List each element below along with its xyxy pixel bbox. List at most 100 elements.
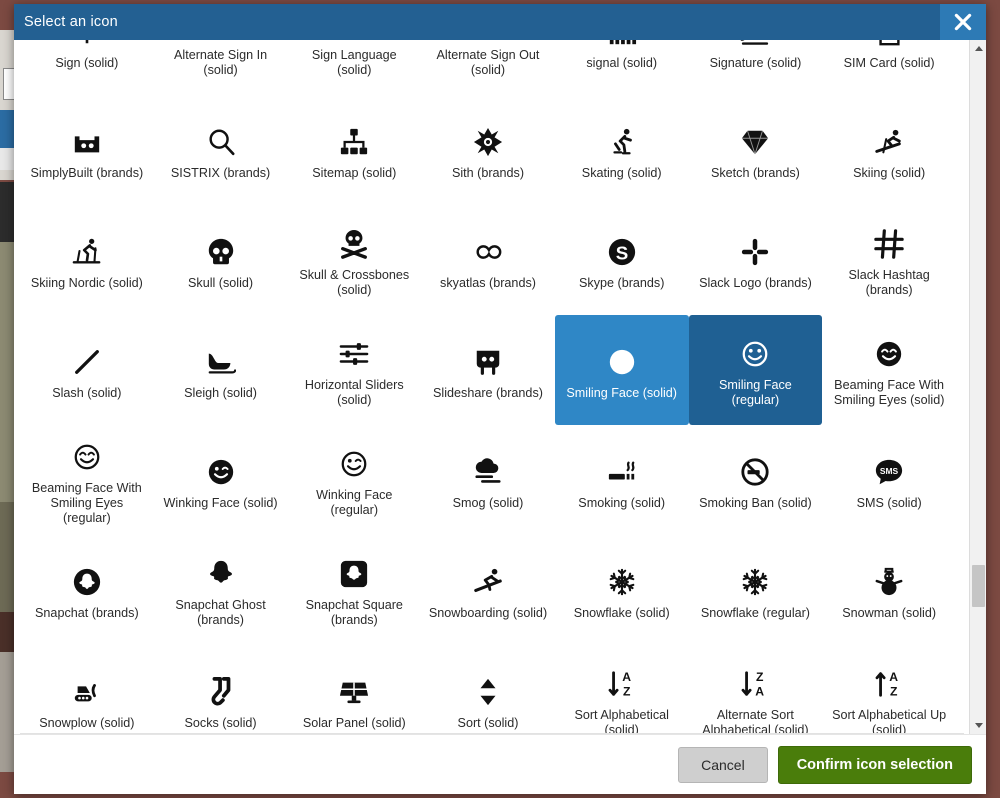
icon-tile[interactable]: Slideshare (brands) — [421, 315, 555, 425]
snowman-icon — [874, 560, 904, 604]
icon-tile[interactable]: Sign Language (solid) — [287, 40, 421, 95]
sort-alpha-down-alt-icon: ZA — [740, 662, 770, 706]
smile-wink-solid-icon — [206, 450, 236, 494]
snapchat-ghost-icon — [206, 552, 236, 596]
icon-tile[interactable]: Snowboarding (solid) — [421, 535, 555, 645]
icon-tile[interactable]: Skiing Nordic (solid) — [20, 205, 154, 315]
scrollbar-thumb[interactable] — [972, 565, 985, 607]
icon-tile[interactable]: Socks (solid) — [154, 645, 288, 734]
icon-tile[interactable]: Smiling Face (solid) — [554, 315, 689, 425]
icon-tile[interactable]: Sign (solid) — [20, 40, 154, 95]
icon-tile[interactable]: Skull & Crossbones (solid) — [287, 205, 421, 315]
icon-tile-label: Sort (solid) — [457, 715, 519, 730]
socks-icon — [206, 670, 236, 714]
chevron-down-icon[interactable] — [970, 717, 986, 734]
vertical-scrollbar[interactable] — [969, 40, 986, 734]
icon-tile[interactable]: Beaming Face With Smiling Eyes (regular) — [20, 425, 154, 535]
svg-text:Z: Z — [623, 684, 631, 698]
chevron-up-icon[interactable] — [970, 40, 986, 57]
icon-tile[interactable]: Smiling Face (regular) — [688, 315, 823, 425]
skull-crossbones-icon — [339, 222, 369, 266]
icon-tile[interactable]: Slack Logo (brands) — [689, 205, 823, 315]
icon-grid-scroll-area[interactable]: Sign (solid) Alternate Sign In (solid) Sig… — [14, 40, 986, 734]
icon-tile-label: Smiling Face (solid) — [566, 385, 677, 400]
cancel-button[interactable]: Cancel — [678, 746, 768, 783]
icon-tile-label: Winking Face (regular) — [316, 488, 393, 517]
icon-tile[interactable]: Sith (brands) — [421, 95, 555, 205]
icon-tile[interactable]: Sort (solid) — [421, 645, 555, 734]
snapchat-square-icon — [339, 552, 369, 596]
icon-tile[interactable]: Snapchat (brands) — [20, 535, 154, 645]
confirm-button[interactable]: Confirm icon selection — [777, 745, 972, 784]
icon-tile[interactable]: Snapchat Ghost (brands) — [154, 535, 288, 645]
icon-tile[interactable]: signal (solid) — [555, 40, 689, 95]
icon-tile[interactable]: Alternate Sign In (solid) — [154, 40, 288, 95]
snowflake-solid-icon — [607, 560, 637, 604]
slack-hash-icon — [874, 222, 904, 266]
icon-tile-label: Snowflake (solid) — [573, 605, 670, 620]
icon-tile[interactable]: SIM Card (solid) — [822, 40, 956, 95]
icon-tile[interactable]: Signature (solid) — [689, 40, 823, 95]
icon-tile[interactable]: Snapchat Square (brands) — [287, 535, 421, 645]
slack-icon — [740, 230, 770, 274]
icon-tile[interactable]: Winking Face (regular) — [287, 425, 421, 535]
icon-tile-label: skyatlas (brands) — [440, 275, 536, 290]
icon-tile[interactable]: Slack Hashtag (brands) — [822, 205, 956, 315]
snowflake-regular-icon — [740, 560, 770, 604]
icon-tile-label: Beaming Face With Smiling Eyes (solid) — [833, 378, 945, 407]
icon-tile[interactable]: Solar Panel (solid) — [287, 645, 421, 734]
icon-tile[interactable]: Smog (solid) — [421, 425, 555, 535]
icon-tile-label: Skating (solid) — [581, 165, 662, 180]
icon-tile-label: Alternate Sort Alphabetical (solid) — [702, 708, 809, 734]
icon-tile[interactable]: Smoking (solid) — [555, 425, 689, 535]
solar-panel-icon — [339, 670, 369, 714]
icon-tile-label: Smoking (solid) — [578, 495, 666, 510]
icon-tile[interactable]: Sitemap (solid) — [287, 95, 421, 205]
signature-icon — [740, 40, 770, 54]
icon-tile[interactable]: Skiing (solid) — [822, 95, 956, 205]
icon-tile-label: Horizontal Sliders (solid) — [304, 378, 404, 407]
icon-tile[interactable]: Winking Face (solid) — [154, 425, 288, 535]
icon-tile[interactable]: Skating (solid) — [555, 95, 689, 205]
smile-beam-solid-icon — [874, 332, 904, 376]
icon-tile[interactable]: Snowman (solid) — [822, 535, 956, 645]
icon-tile[interactable]: Sleigh (solid) — [154, 315, 288, 425]
icon-tile-label: Snowboarding (solid) — [428, 605, 548, 620]
snowplow-icon — [72, 670, 102, 714]
icon-tile[interactable]: SimplyBuilt (brands) — [20, 95, 154, 205]
skype-icon: S — [607, 230, 637, 274]
icon-tile[interactable]: Slash (solid) — [20, 315, 154, 425]
sign-in-alt-icon — [206, 40, 236, 46]
icon-tile[interactable]: Alternate Sign Out (solid) — [421, 40, 555, 95]
icon-tile[interactable]: Skull (solid) — [154, 205, 288, 315]
skyatlas-icon — [473, 230, 503, 274]
icon-tile[interactable]: Z A Alternate Sort Alphabetical (solid) — [689, 645, 823, 734]
icon-tile[interactable]: Snowplow (solid) — [20, 645, 154, 734]
icon-tile[interactable]: SISTRIX (brands) — [154, 95, 288, 205]
icon-tile-label: Sort Alphabetical Up (solid) — [832, 708, 947, 734]
icon-tile-label: Slack Hashtag (brands) — [848, 268, 930, 297]
icon-tile[interactable]: Smoking Ban (solid) — [689, 425, 823, 535]
icon-tile[interactable]: Snowflake (solid) — [555, 535, 689, 645]
icon-tile-label: Slash (solid) — [52, 385, 122, 400]
svg-text:A: A — [622, 670, 631, 684]
icon-tile[interactable]: SMS SMS (solid) — [822, 425, 956, 535]
icon-tile[interactable]: S Skype (brands) — [555, 205, 689, 315]
icon-tile[interactable]: Sketch (brands) — [689, 95, 823, 205]
sort-alpha-down-icon: AZ — [607, 662, 637, 706]
icon-tile[interactable]: Horizontal Sliders (solid) — [287, 315, 421, 425]
skiing-icon — [874, 120, 904, 164]
sim-card-icon — [874, 40, 904, 54]
icon-tile[interactable]: A Z Sort Alphabetical (solid) — [555, 645, 689, 734]
close-icon[interactable] — [940, 4, 986, 40]
icon-tile-label: Snapchat (brands) — [35, 605, 139, 620]
icon-tile-label: Beaming Face With Smiling Eyes (regular) — [31, 480, 142, 525]
slash-icon — [72, 340, 102, 384]
icon-tile[interactable]: skyatlas (brands) — [421, 205, 555, 315]
icon-tile-label: Winking Face (solid) — [163, 495, 278, 510]
icon-tile-label: Sleigh (solid) — [184, 385, 257, 400]
icon-tile[interactable]: A Z Sort Alphabetical Up (solid) — [822, 645, 956, 734]
icon-tile[interactable]: Beaming Face With Smiling Eyes (solid) — [822, 315, 956, 425]
icon-tile[interactable]: Snowflake (regular) — [689, 535, 823, 645]
sliders-h-icon — [339, 332, 369, 376]
